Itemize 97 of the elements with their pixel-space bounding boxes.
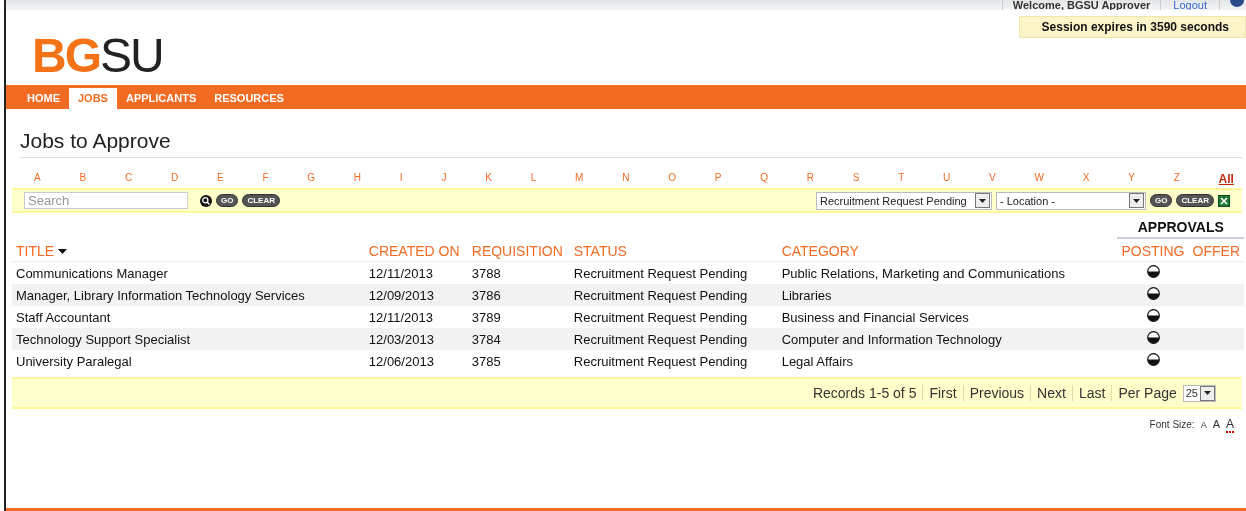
location-dropdown[interactable]: - Location - — [996, 191, 1146, 210]
table-cell: 3786 — [467, 284, 570, 306]
letter-filter-link[interactable]: Q — [760, 172, 768, 186]
go-button[interactable]: GO — [1150, 194, 1173, 207]
letter-filter-link[interactable]: C — [124, 172, 133, 186]
column-header[interactable]: TITLE — [16, 242, 55, 259]
search-icon[interactable] — [200, 194, 212, 207]
table-cell: Technology Support Specialist — [12, 328, 365, 350]
nav-tab[interactable]: JOBS — [69, 88, 117, 109]
table-cell: Recruitment Request Pending — [569, 261, 778, 284]
letter-filter-link[interactable]: P — [714, 172, 722, 186]
letter-filter-link[interactable]: O — [668, 172, 676, 186]
letter-filter-link[interactable]: H — [353, 172, 362, 186]
clear-button[interactable]: CLEAR — [242, 194, 280, 207]
letter-filter-link[interactable]: W — [1034, 172, 1044, 186]
letter-filter-link[interactable]: K — [485, 172, 492, 186]
table-cell: 3784 — [467, 328, 570, 350]
nav-tab[interactable]: RESOURCES — [205, 88, 293, 109]
table-cell: Business and Financial Services — [777, 306, 1118, 328]
approvals-header: APPROVALS — [1117, 217, 1244, 238]
half-circle-icon[interactable] — [1146, 309, 1160, 322]
table-cell: Manager, Library Information Technology Services — [12, 284, 365, 306]
per-page-dropdown[interactable]: 25 — [1182, 384, 1216, 402]
table-cell: Public Relations, Marketing and Communications — [777, 261, 1118, 284]
font-size-label: Font Size: — [1149, 419, 1195, 430]
table-cell: 12/06/2013 — [364, 350, 468, 372]
table-cell: University Paralegal — [12, 350, 365, 372]
table-cell: Recruitment Request Pending — [569, 328, 778, 350]
spreadsheet-icon[interactable] — [1218, 194, 1230, 207]
caret-icon — [975, 193, 990, 208]
letter-filter-link[interactable]: B — [79, 172, 87, 186]
per-page-label: Per Page — [1111, 385, 1183, 401]
info-icon[interactable] — [1230, 0, 1244, 8]
letter-filter-link[interactable]: V — [989, 172, 996, 186]
pager-link[interactable]: First — [922, 385, 963, 401]
letter-filter-link[interactable]: J — [441, 172, 447, 186]
column-header[interactable]: POSTING — [1121, 243, 1185, 259]
table-cell: Recruitment Request Pending — [569, 306, 778, 328]
table-cell: 12/11/2013 — [364, 261, 468, 284]
table-cell: Recruitment Request Pending — [569, 350, 778, 372]
session-notice: Session expires in 3590 seconds — [1018, 16, 1246, 38]
clear-button[interactable]: CLEAR — [1176, 194, 1214, 207]
table-cell: Legal Affairs — [777, 350, 1118, 372]
letter-filter-link[interactable]: N — [622, 172, 630, 186]
font-size-option[interactable]: A — [1200, 420, 1207, 430]
pager-link[interactable]: Next — [1030, 385, 1072, 401]
column-header[interactable]: CREATED ON — [368, 242, 460, 259]
half-circle-icon[interactable] — [1146, 287, 1160, 300]
half-circle-icon[interactable] — [1146, 353, 1160, 366]
table-cell: Staff Accountant — [12, 306, 365, 328]
letter-filter-link[interactable]: X — [1082, 172, 1090, 186]
letter-filter-link[interactable]: I — [399, 172, 403, 186]
table-cell: Recruitment Request Pending — [569, 284, 778, 306]
column-header[interactable]: CATEGORY — [781, 242, 859, 259]
half-circle-icon[interactable] — [1146, 331, 1160, 344]
caret-icon — [1200, 385, 1215, 401]
nav-tab[interactable]: APPLICANTS — [116, 88, 206, 109]
letter-filter-link[interactable]: Y — [1128, 172, 1135, 186]
pager-link[interactable]: Last — [1071, 385, 1112, 401]
page-title: Jobs to Approve — [20, 129, 1242, 158]
letter-filter-link[interactable]: D — [170, 172, 179, 186]
pager-link[interactable]: Previous — [962, 385, 1031, 401]
table-cell: Computer and Information Technology — [777, 328, 1118, 350]
sort-down-icon — [58, 249, 68, 255]
letter-filter-link[interactable]: A — [34, 172, 41, 186]
table-cell: 12/11/2013 — [364, 306, 468, 328]
logo[interactable]: BGSU — [32, 32, 163, 80]
column-header[interactable]: OFFER — [1192, 243, 1240, 259]
font-size-option[interactable]: A — [1226, 417, 1234, 433]
letter-filter-link[interactable]: F — [262, 172, 269, 186]
search-field[interactable]: Search — [24, 192, 188, 209]
table-cell: 3785 — [467, 350, 570, 372]
table-cell: 3788 — [467, 261, 570, 284]
letter-filter-link[interactable]: U — [943, 172, 951, 186]
font-size-option[interactable]: A — [1212, 418, 1220, 430]
go-button[interactable]: GO — [216, 194, 239, 207]
status-dropdown[interactable]: Recruitment Request Pending — [816, 191, 992, 210]
letter-filter-link[interactable]: E — [216, 172, 224, 186]
column-header[interactable]: STATUS — [573, 242, 627, 259]
letter-filter-link[interactable]: G — [307, 172, 316, 186]
records-count: Records 1-5 of 5 — [812, 385, 918, 401]
table-cell: 3789 — [467, 306, 570, 328]
table-cell: Libraries — [777, 284, 1118, 306]
letter-filter-link[interactable]: T — [898, 172, 905, 186]
half-circle-icon[interactable] — [1146, 265, 1160, 278]
letter-filter-link[interactable]: Z — [1173, 172, 1180, 186]
caret-icon — [1129, 193, 1144, 208]
letter-filter-link[interactable]: L — [530, 172, 537, 186]
table-cell: 12/03/2013 — [364, 328, 468, 350]
table-cell: Communications Manager — [12, 261, 365, 284]
letter-filter-link[interactable]: S — [852, 172, 860, 186]
letter-filter-link[interactable]: M — [575, 172, 584, 186]
letter-filter-link[interactable]: All — [1218, 172, 1234, 186]
nav-tab[interactable]: HOME — [18, 88, 69, 109]
table-cell: 12/09/2013 — [364, 284, 468, 306]
column-header[interactable]: REQUISITION — [471, 242, 563, 259]
letter-filter-link[interactable]: R — [806, 172, 814, 186]
